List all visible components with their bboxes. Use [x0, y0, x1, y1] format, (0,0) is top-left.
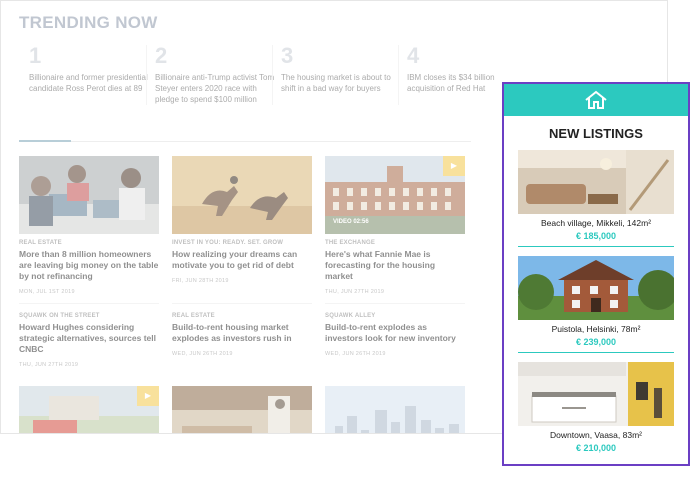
article-date: WED, JUN 26TH 2019: [172, 351, 233, 357]
article-title[interactable]: More than 8 million homeowners are leavi…: [19, 249, 159, 282]
article-card[interactable]: SQUAWK ALLEY Build-to-rent explodes as i…: [325, 307, 465, 357]
article-card[interactable]: INVEST IN YOU: READY. SET. GROW How real…: [172, 156, 312, 284]
divider: [518, 246, 674, 247]
article-date: FRI, JUN 28TH 2019: [172, 278, 229, 284]
listing-image-kitchen[interactable]: [518, 362, 674, 426]
video-label: VIDEO 02:56: [333, 219, 369, 225]
article-date: WED, JUN 26TH 2019: [325, 351, 386, 357]
article-title[interactable]: Build-to-rent explodes as investors look…: [325, 322, 465, 344]
article-card[interactable]: ▶: [19, 386, 159, 433]
panel-title: NEW LISTINGS: [549, 126, 643, 141]
article-card[interactable]: REAL ESTATE More than 8 million homeowne…: [19, 156, 159, 295]
listing-price: € 185,000: [575, 231, 617, 241]
article-image-horses[interactable]: [172, 156, 312, 234]
trending-number: 3: [281, 43, 294, 68]
divider: [272, 45, 273, 105]
house-icon: [585, 90, 607, 109]
trending-headline[interactable]: Billionaire anti-Trump activist Tom Stey…: [155, 72, 275, 105]
article-kicker[interactable]: SQUAWK ALLEY: [325, 313, 465, 319]
trending-number: 1: [29, 43, 42, 68]
article-title[interactable]: How realizing your dreams can motivate y…: [172, 249, 312, 271]
article-kicker[interactable]: INVEST IN YOU: READY. SET. GROW: [172, 240, 312, 246]
play-icon[interactable]: ▶: [443, 156, 465, 176]
divider: [398, 45, 399, 105]
trending-headline[interactable]: Billionaire and former presidential cand…: [29, 72, 149, 94]
trending-item[interactable]: 2 Billionaire anti-Trump activist Tom St…: [155, 45, 275, 105]
listing-image-living-room[interactable]: [518, 150, 674, 214]
section-divider: [19, 141, 471, 142]
article-kicker[interactable]: REAL ESTATE: [172, 313, 312, 319]
divider: [325, 303, 465, 304]
article-kicker[interactable]: REAL ESTATE: [19, 240, 159, 246]
listing-price: € 239,000: [575, 337, 617, 347]
listing-card[interactable]: Beach village, Mikkeli, 142m² € 185,000: [518, 150, 674, 241]
article-date: THU, JUN 27TH 2019: [325, 289, 385, 295]
article-title[interactable]: Build-to-rent housing market explodes as…: [172, 322, 312, 344]
article-date: THU, JUN 27TH 2019: [19, 362, 79, 368]
listing-card[interactable]: Puistola, Helsinki, 78m² € 239,000: [518, 256, 674, 347]
listing-name[interactable]: Downtown, Vaasa, 83m²: [518, 430, 674, 440]
article-image-fannie-mae-building[interactable]: ▶ VIDEO 02:56: [325, 156, 465, 234]
article-kicker[interactable]: SQUAWK ON THE STREET: [19, 313, 159, 319]
article-kicker[interactable]: THE EXCHANGE: [325, 240, 465, 246]
trending-item[interactable]: 1 Billionaire and former presidential ca…: [29, 45, 149, 94]
divider: [518, 352, 674, 353]
article-title[interactable]: Here's what Fannie Mae is forecasting fo…: [325, 249, 465, 282]
article-card[interactable]: ▶ VIDEO 02:56 THE EXCHANGE Here's what F…: [325, 156, 465, 295]
trending-title: TRENDING NOW: [19, 13, 158, 32]
new-listings-panel: NEW LISTINGS Beach village, Mikkeli, 142…: [502, 82, 690, 466]
listing-card[interactable]: Downtown, Vaasa, 83m² € 210,000: [518, 362, 674, 453]
listing-name[interactable]: Puistola, Helsinki, 78m²: [518, 324, 674, 334]
listing-name[interactable]: Beach village, Mikkeli, 142m²: [518, 218, 674, 228]
article-card[interactable]: [172, 386, 312, 433]
video-duration: 02:56: [353, 219, 369, 225]
article-card[interactable]: [325, 386, 465, 433]
trending-number: 2: [155, 43, 168, 68]
divider: [19, 303, 159, 304]
trending-item[interactable]: 3 The housing market is about to shift i…: [281, 45, 401, 94]
active-tab-indicator: [19, 140, 71, 142]
article-image-people-laptops[interactable]: [19, 156, 159, 234]
article-image-for-sale-sign[interactable]: ▶: [19, 386, 159, 433]
article-image-kitchen[interactable]: [172, 386, 312, 433]
trending-number: 4: [407, 43, 420, 68]
divider: [146, 45, 147, 105]
article-title[interactable]: Howard Hughes considering strategic alte…: [19, 322, 159, 355]
article-date: MON, JUL 1ST 2019: [19, 289, 75, 295]
article-image-city-skyline[interactable]: [325, 386, 465, 433]
article-card[interactable]: SQUAWK ON THE STREET Howard Hughes consi…: [19, 307, 159, 368]
trending-headline[interactable]: The housing market is about to shift in …: [281, 72, 401, 94]
listing-price: € 210,000: [575, 443, 617, 453]
play-icon[interactable]: ▶: [137, 386, 159, 406]
article-card[interactable]: REAL ESTATE Build-to-rent housing market…: [172, 307, 312, 357]
divider: [172, 303, 312, 304]
listing-image-brick-house[interactable]: [518, 256, 674, 320]
panel-header: [504, 84, 688, 116]
